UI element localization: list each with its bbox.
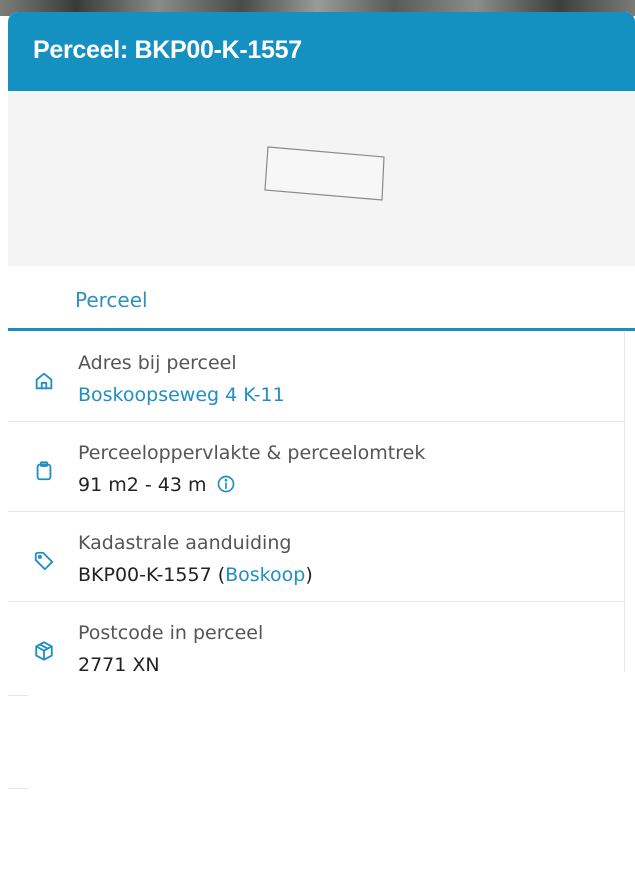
list-item-postcode: Postcode in perceel 2771 XN (8, 602, 624, 676)
tab-active-indicator (8, 328, 635, 331)
area-label: Perceeloppervlakte & perceelomtrek (78, 442, 426, 464)
area-value: 91 m2 - 43 m (78, 474, 236, 499)
cadastral-value: BKP00-K-1557 (Boskoop) (78, 564, 313, 586)
parcel-outline (264, 146, 385, 201)
cadastral-suffix: ) (305, 564, 313, 586)
list-item-area: Perceeloppervlakte & perceelomtrek 91 m2… (8, 422, 624, 512)
tag-icon (33, 550, 55, 572)
tab-perceel[interactable]: Perceel (75, 288, 148, 312)
page: Perceel: BKP00-K-1557 Perceel Adres bij … (0, 0, 635, 877)
panel-title: Perceel: BKP00-K-1557 (33, 36, 302, 64)
parcel-map-preview (8, 91, 635, 266)
postcode-label: Postcode in perceel (78, 622, 264, 644)
home-icon (33, 370, 55, 392)
municipality-link[interactable]: Boskoop (225, 564, 305, 586)
list-item-address: Adres bij perceel Boskoopseweg 4 K-11 (8, 332, 624, 422)
cadastral-label: Kadastrale aanduiding (78, 532, 292, 554)
clipboard-icon (33, 460, 55, 482)
address-label: Adres bij perceel (78, 352, 237, 374)
postcode-value: 2771 XN (78, 654, 160, 676)
list-item-cadastral: Kadastrale aanduiding BKP00-K-1557 (Bosk… (8, 512, 624, 602)
divider-stub (8, 695, 28, 696)
package-icon (33, 640, 55, 662)
divider-stub (8, 788, 28, 789)
parcel-details-list: Adres bij perceel Boskoopseweg 4 K-11 Pe… (8, 332, 625, 676)
panel-header: Perceel: BKP00-K-1557 (8, 12, 635, 91)
address-link[interactable]: Boskoopseweg 4 K-11 (78, 384, 285, 406)
area-value-text: 91 m2 - 43 m (78, 474, 207, 496)
cadastral-code: BKP00-K-1557 ( (78, 564, 226, 586)
tab-bar: Perceel (8, 266, 635, 331)
parcel-panel: Perceel: BKP00-K-1557 Perceel Adres bij … (8, 12, 635, 877)
info-icon[interactable] (216, 474, 236, 499)
